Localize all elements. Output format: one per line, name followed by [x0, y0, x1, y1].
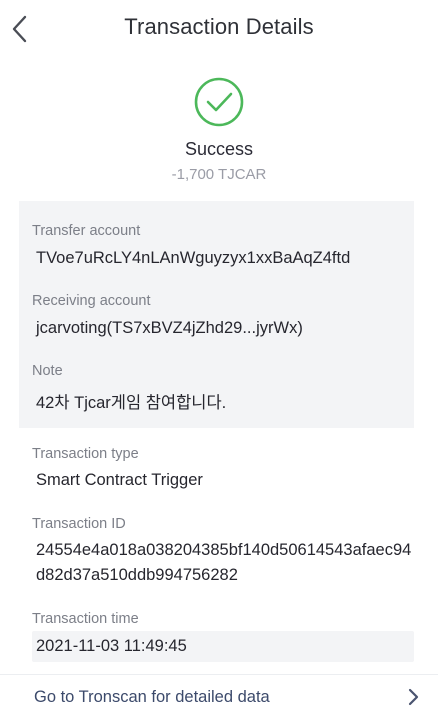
header: Transaction Details	[0, 0, 438, 58]
note-value: 42차 Tjcar게임 참여합니다.	[36, 394, 227, 412]
receiving-account-label: Receiving account	[32, 293, 151, 309]
transaction-time-label: Transaction time	[32, 611, 139, 627]
page-title: Transaction Details	[124, 14, 314, 39]
transaction-type-label: Transaction type	[32, 446, 139, 462]
check-circle-icon	[194, 77, 244, 127]
transaction-id-value[interactable]: 24554e4a018a038204385bf140d50614543afaec…	[36, 538, 416, 588]
tronscan-link[interactable]: Go to Tronscan for detailed data	[0, 675, 438, 717]
transaction-amount: -1,700 TJCAR	[171, 166, 267, 183]
transaction-type-value: Smart Contract Trigger	[36, 471, 203, 489]
chevron-right-icon	[408, 688, 419, 706]
transaction-time-value: 2021-11-03 11:49:45	[36, 637, 187, 655]
status-text: Success	[184, 139, 254, 159]
transfer-account-label: Transfer account	[32, 223, 141, 239]
receiving-account-value[interactable]: jcarvoting(TS7xBVZ4jZhd29...jyrWx)	[36, 319, 303, 338]
transaction-id-label: Transaction ID	[32, 516, 126, 532]
tronscan-link-text: Go to Tronscan for detailed data	[34, 688, 270, 706]
transaction-time-box: 2021-11-03 11:49:45	[32, 631, 414, 662]
transfer-account-value[interactable]: TVoe7uRcLY4nLAnWguyzyx1xxBaAqZ4ftd	[36, 249, 350, 268]
note-label: Note	[32, 363, 63, 379]
